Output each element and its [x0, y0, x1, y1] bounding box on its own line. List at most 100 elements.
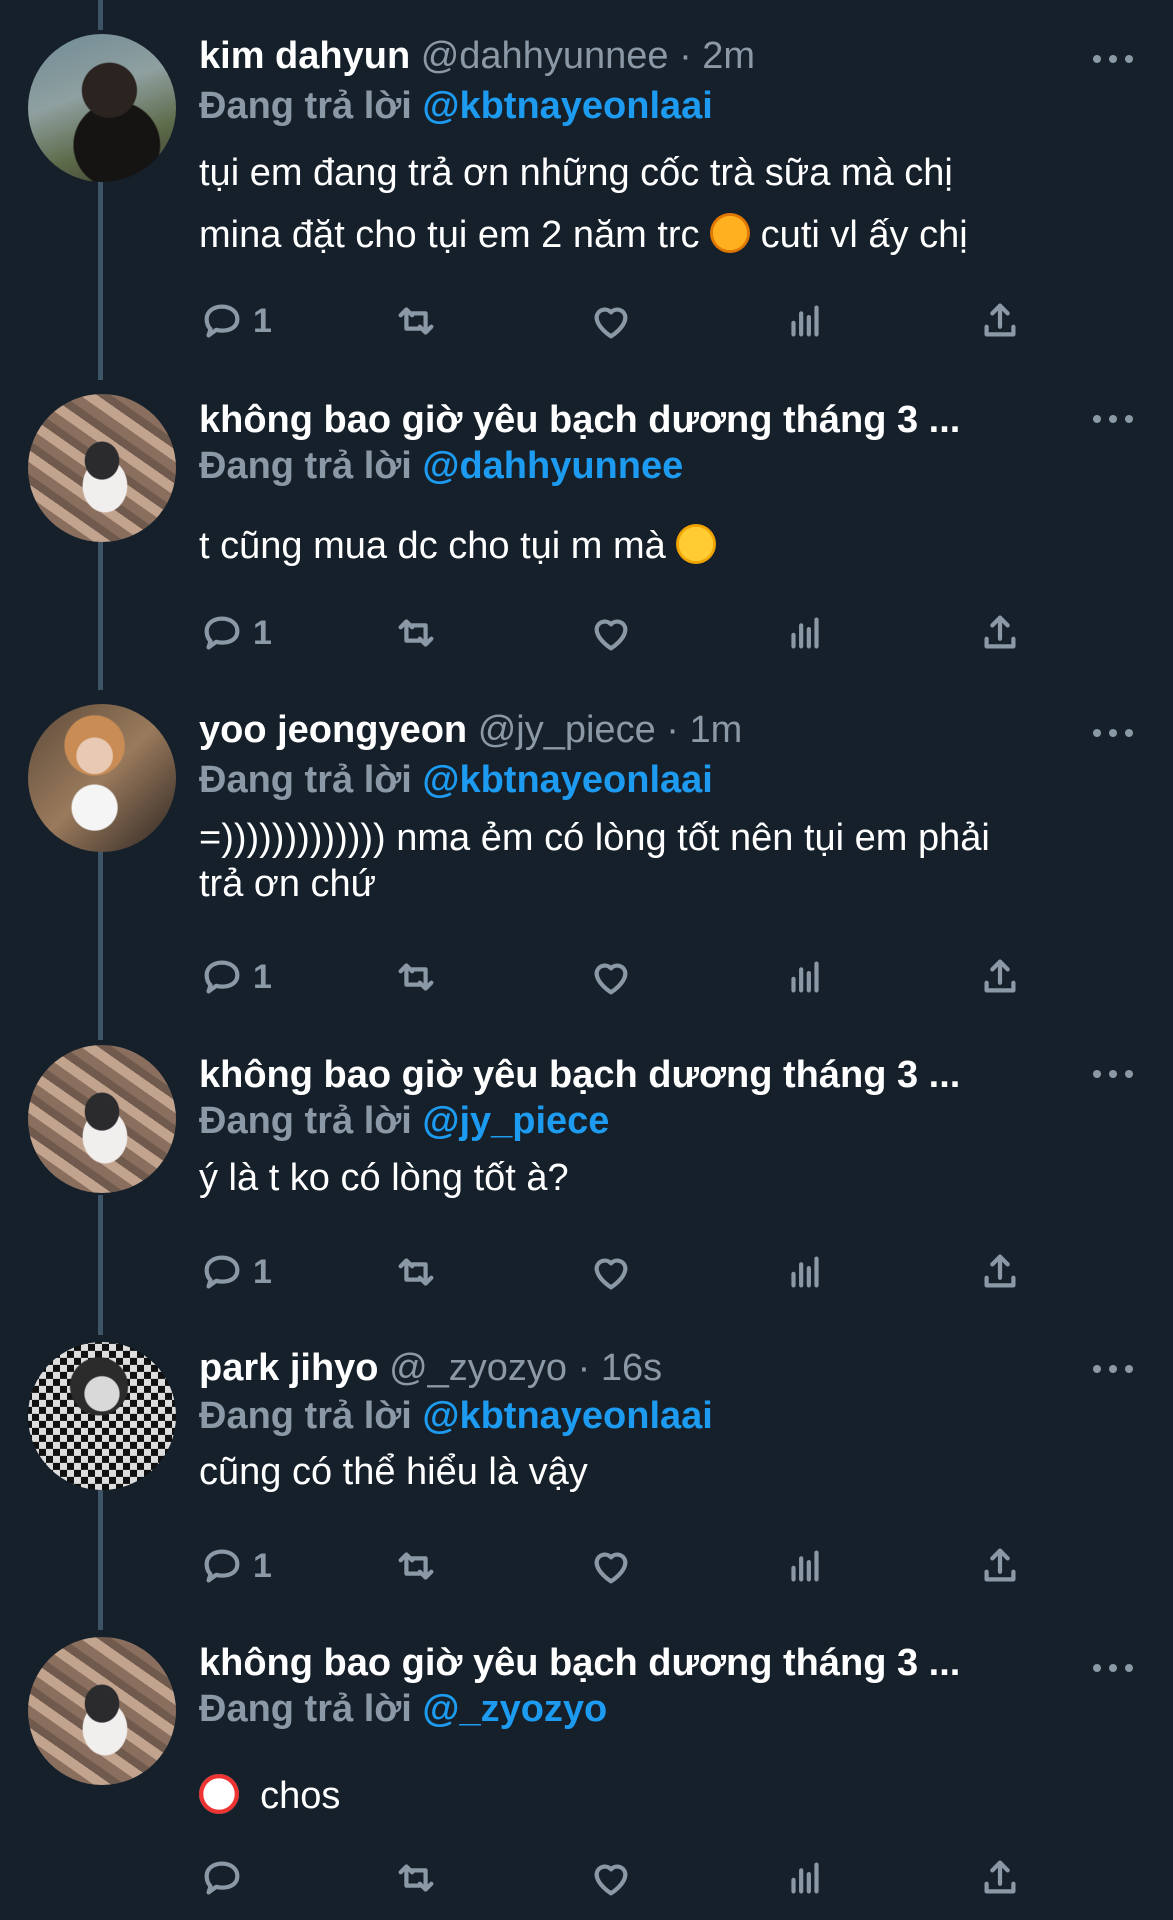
tweet[interactable]: yoo jeongyeon @jy_piece · 1m Đang trả lờ… — [0, 690, 1173, 1030]
tweet-text: ý là t ko có lòng tốt à? — [199, 1157, 569, 1199]
share-icon — [984, 1860, 1016, 1894]
reply-context: Đang trả lời @jy_piece — [199, 1099, 609, 1143]
views-button[interactable] — [782, 1541, 828, 1591]
reply-icon — [204, 1861, 240, 1895]
user-handle[interactable]: @jy_piece — [478, 709, 656, 751]
tweet-header: park jihyo @_zyozyo · 16s — [199, 1346, 662, 1390]
reply-to-link[interactable]: @_zyozyo — [422, 1688, 607, 1730]
like-button[interactable] — [588, 296, 634, 346]
tweet[interactable]: không bao giờ yêu bạch dương tháng 3 ...… — [0, 1625, 1173, 1920]
tweet-text: =))))))))))))) nma ẻm có lòng tốt nên tụ… — [199, 815, 1139, 907]
like-button[interactable] — [588, 608, 634, 658]
reply-to-link[interactable]: @dahhyunnee — [422, 445, 683, 487]
tweet-text-line: tụi em đang trả ơn những cốc trà sữa mà … — [199, 152, 953, 194]
slightly-smiling-face-icon — [676, 524, 717, 564]
reply-count: 1 — [253, 1252, 272, 1291]
display-name[interactable]: không bao giờ yêu bạch dương tháng 3 ... — [199, 1054, 960, 1096]
display-name[interactable]: kim dahyun — [199, 35, 410, 77]
more-icon[interactable] — [1093, 1661, 1133, 1675]
more-icon[interactable] — [1093, 412, 1133, 426]
reply-to-link[interactable]: @kbtnayeonlaai — [422, 759, 712, 801]
reply-to-link[interactable]: @kbtnayeonlaai — [422, 85, 712, 127]
share-button[interactable] — [977, 1541, 1023, 1591]
retweet-icon — [398, 1258, 434, 1286]
views-button[interactable] — [782, 952, 828, 1002]
smiling-face-with-hearts-icon — [710, 213, 751, 253]
tweet-actions: 1 — [199, 608, 1029, 658]
like-button[interactable] — [588, 1541, 634, 1591]
share-button[interactable] — [977, 1853, 1023, 1903]
share-icon — [984, 303, 1016, 337]
reply-prefix: Đang trả lời — [199, 759, 412, 801]
reply-context: Đang trả lời @kbtnayeonlaai — [199, 758, 713, 802]
timestamp[interactable]: 1m — [689, 709, 742, 751]
tweet-text-line: mina đặt cho tụi em 2 năm trc cuti vl ấy… — [199, 213, 968, 256]
avatar[interactable] — [28, 704, 176, 852]
timestamp[interactable]: 2m — [702, 35, 755, 77]
retweet-button[interactable] — [393, 1541, 439, 1591]
display-name[interactable]: park jihyo — [199, 1347, 379, 1389]
tweet-header: kim dahyun @dahhyunnee · 2m — [199, 34, 755, 78]
tweet[interactable]: không bao giờ yêu bạch dương tháng 3 ...… — [0, 380, 1173, 680]
avatar[interactable] — [28, 1637, 176, 1785]
reply-prefix: Đang trả lời — [199, 1688, 412, 1730]
retweet-button[interactable] — [393, 296, 439, 346]
like-icon — [594, 1258, 628, 1290]
display-name[interactable]: yoo jeongyeon — [199, 709, 467, 751]
reply-to-link[interactable]: @kbtnayeonlaai — [422, 1395, 712, 1437]
avatar[interactable] — [28, 1045, 176, 1193]
display-name[interactable]: không bao giờ yêu bạch dương tháng 3 ... — [199, 1642, 960, 1684]
reply-button[interactable]: 1 — [199, 1247, 272, 1297]
retweet-button[interactable] — [393, 608, 439, 658]
retweet-button[interactable] — [393, 1247, 439, 1297]
like-icon — [594, 619, 628, 651]
reply-button[interactable]: 1 — [199, 296, 272, 346]
tweet[interactable]: không bao giờ yêu bạch dương tháng 3 ...… — [0, 1035, 1173, 1325]
reply-button[interactable] — [199, 1853, 253, 1903]
tweet-text-line: =))))))))))))) nma ẻm có lòng tốt nên tụ… — [199, 817, 990, 859]
more-icon[interactable] — [1093, 52, 1133, 66]
like-button[interactable] — [588, 1247, 634, 1297]
like-button[interactable] — [588, 1853, 634, 1903]
timestamp[interactable]: 16s — [601, 1347, 662, 1389]
views-button[interactable] — [782, 1853, 828, 1903]
more-icon[interactable] — [1093, 1362, 1133, 1376]
separator: · — [577, 1347, 591, 1389]
reply-context: Đang trả lời @kbtnayeonlaai — [199, 84, 713, 128]
retweet-icon — [398, 963, 434, 991]
avatar[interactable] — [28, 1342, 176, 1490]
display-name[interactable]: không bao giờ yêu bạch dương tháng 3 ... — [199, 399, 960, 441]
avatar[interactable] — [28, 394, 176, 542]
tweet[interactable]: kim dahyun @dahhyunnee · 2m Đang trả lời… — [0, 0, 1173, 360]
tweet-text: cũng có thể hiểu là vậy — [199, 1451, 588, 1493]
user-handle[interactable]: @_zyozyo — [389, 1347, 567, 1389]
reply-button[interactable]: 1 — [199, 608, 272, 658]
share-button[interactable] — [977, 1247, 1023, 1297]
share-icon — [984, 959, 1016, 993]
tweet-text: t cũng mua dc cho tụi m mà — [199, 515, 1139, 577]
tweet[interactable]: park jihyo @_zyozyo · 16s Đang trả lời @… — [0, 1330, 1173, 1620]
reply-to-link[interactable]: @jy_piece — [422, 1100, 609, 1142]
reply-icon — [204, 304, 240, 338]
reply-prefix: Đang trả lời — [199, 445, 412, 487]
views-button[interactable] — [782, 608, 828, 658]
share-button[interactable] — [977, 952, 1023, 1002]
reply-button[interactable]: 1 — [199, 952, 272, 1002]
avatar[interactable] — [28, 34, 176, 182]
share-button[interactable] — [977, 296, 1023, 346]
reply-icon — [204, 616, 240, 650]
retweet-button[interactable] — [393, 952, 439, 1002]
like-icon — [594, 963, 628, 995]
share-icon — [984, 615, 1016, 649]
more-icon[interactable] — [1093, 726, 1133, 740]
more-icon[interactable] — [1093, 1067, 1133, 1081]
views-button[interactable] — [782, 1247, 828, 1297]
reply-button[interactable]: 1 — [199, 1541, 272, 1591]
share-button[interactable] — [977, 608, 1023, 658]
retweet-icon — [398, 619, 434, 647]
user-handle[interactable]: @dahhyunnee — [421, 35, 669, 77]
views-icon — [791, 305, 819, 337]
like-button[interactable] — [588, 952, 634, 1002]
views-button[interactable] — [782, 296, 828, 346]
retweet-button[interactable] — [393, 1853, 439, 1903]
